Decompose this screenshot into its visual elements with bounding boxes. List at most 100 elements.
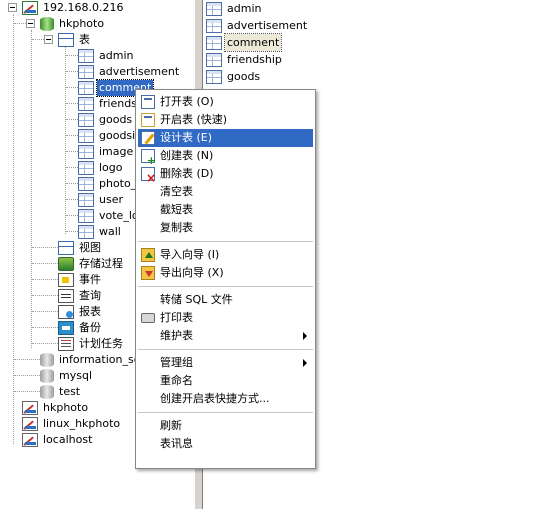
menu-label: 维护表 <box>160 329 193 342</box>
tree-connection-localhost[interactable]: localhost <box>22 432 94 448</box>
tree-events-group[interactable]: 事件 <box>58 272 103 288</box>
menu-print-table[interactable]: 打印表 <box>138 309 313 327</box>
schedule-icon <box>58 337 74 351</box>
menu-open-table[interactable]: 打开表 (O) <box>138 93 313 111</box>
list-item[interactable]: advertisement <box>206 17 309 34</box>
menu-refresh[interactable]: 刷新 <box>138 417 313 435</box>
menu-label: 打开表 (O) <box>160 95 214 108</box>
collapse-server-toggle[interactable] <box>8 3 17 12</box>
submenu-arrow-icon <box>303 359 307 367</box>
tree-table-goods[interactable]: goods <box>78 112 134 128</box>
tree-views-group[interactable]: 视图 <box>58 240 103 256</box>
tree-table-image[interactable]: image <box>78 144 135 160</box>
collapse-database-toggle[interactable] <box>26 19 35 28</box>
menu-truncate-table[interactable]: 截短表 <box>138 201 313 219</box>
collapse-tables-toggle[interactable] <box>44 35 53 44</box>
tree-connection-linux-hkphoto[interactable]: linux_hkphoto <box>22 416 122 432</box>
event-icon <box>58 273 74 287</box>
table-icon <box>78 161 94 175</box>
tree-procedures-group[interactable]: 存储过程 <box>58 256 125 272</box>
menu-open-table-quick[interactable]: 开启表 (快速) <box>138 111 313 129</box>
tree-line <box>14 23 26 24</box>
menu-label: 表讯息 <box>160 437 193 450</box>
tables-group-icon <box>58 33 74 47</box>
tree-schedule-group[interactable]: 计划任务 <box>58 336 125 352</box>
tree-queries-group[interactable]: 查询 <box>58 288 103 304</box>
tree-table-logo[interactable]: logo <box>78 160 125 176</box>
table-label: wall <box>99 225 121 238</box>
menu-import-wizard[interactable]: 导入向导 (I) <box>138 246 313 264</box>
menu-separator <box>138 286 313 287</box>
menu-create-shortcut[interactable]: 创建开启表快捷方式... <box>138 390 313 408</box>
list-item-label: friendship <box>227 53 282 66</box>
tree-line <box>32 311 58 312</box>
database-label: mysql <box>59 369 92 382</box>
tree-table-advertisement[interactable]: advertisement <box>78 64 181 80</box>
tree-server[interactable]: 192.168.0.216 <box>22 0 125 16</box>
list-item[interactable]: goods <box>206 68 262 85</box>
connection-icon <box>22 433 38 447</box>
tree-table-vote-lo[interactable]: vote_lo <box>78 208 141 224</box>
tree-tables-group[interactable]: 表 <box>58 32 92 48</box>
menu-label: 管理组 <box>160 356 193 369</box>
export-icon <box>141 266 155 280</box>
menu-new-table[interactable]: 创建表 (N) <box>138 147 313 166</box>
table-icon <box>78 129 94 143</box>
tree-database-hkphoto[interactable]: hkphoto <box>40 16 106 32</box>
tree-line <box>32 343 58 344</box>
table-label: user <box>99 193 123 206</box>
menu-separator <box>138 349 313 350</box>
tree-database-mysql[interactable]: mysql <box>40 368 94 384</box>
list-item-label: advertisement <box>227 19 308 32</box>
list-item[interactable]: comment <box>206 33 283 52</box>
tree-table-wall[interactable]: wall <box>78 224 123 240</box>
menu-dump-sql[interactable]: 转储 SQL 文件 <box>138 291 313 309</box>
tree-line <box>65 46 66 234</box>
menu-delete-table[interactable]: 删除表 (D) <box>138 165 313 184</box>
tree-line <box>31 30 32 348</box>
backup-icon <box>58 321 74 335</box>
menu-rename[interactable]: 重命名 <box>138 372 313 390</box>
list-item[interactable]: admin <box>206 0 263 17</box>
menu-export-wizard[interactable]: 导出向导 (X) <box>138 264 313 282</box>
menu-label: 删除表 (D) <box>160 167 214 180</box>
menu-table-info[interactable]: 表讯息 <box>138 435 313 453</box>
menu-label: 复制表 <box>160 221 193 234</box>
list-item[interactable]: friendship <box>206 51 284 68</box>
tree-line <box>32 279 58 280</box>
database-icon <box>40 385 54 399</box>
tree-table-admin[interactable]: admin <box>78 48 135 64</box>
tree-connection-hkphoto[interactable]: hkphoto <box>22 400 90 416</box>
menu-label: 创建开启表快捷方式... <box>160 392 270 405</box>
database-label: test <box>59 385 81 398</box>
submenu-arrow-icon <box>303 332 307 340</box>
menu-empty-table[interactable]: 清空表 <box>138 183 313 201</box>
table-icon <box>206 52 222 67</box>
table-label: photo_ <box>99 177 137 190</box>
table-icon <box>206 18 222 33</box>
tree-database-test[interactable]: test <box>40 384 82 400</box>
table-icon <box>78 209 94 223</box>
table-icon <box>206 1 222 16</box>
table-icon <box>206 35 222 50</box>
tree-database-information-schema[interactable]: information_sch <box>40 352 149 368</box>
table-icon <box>206 69 222 84</box>
group-label: 备份 <box>79 321 101 334</box>
connection-label: linux_hkphoto <box>43 417 121 430</box>
table-icon <box>78 97 94 111</box>
tree-table-user[interactable]: user <box>78 192 125 208</box>
menu-label: 清空表 <box>160 185 193 198</box>
import-icon <box>141 248 155 262</box>
table-icon <box>78 225 94 239</box>
menu-label: 刷新 <box>160 419 182 432</box>
menu-duplicate-table[interactable]: 复制表 <box>138 219 313 237</box>
menu-design-table[interactable]: 设计表 (E) <box>138 129 313 147</box>
menu-maintain-table[interactable]: 维护表 <box>138 327 313 345</box>
tree-line <box>66 215 78 216</box>
menu-manage-group[interactable]: 管理组 <box>138 354 313 372</box>
tree-reports-group[interactable]: 报表 <box>58 304 103 320</box>
table-label: admin <box>99 49 134 62</box>
tree-backup-group[interactable]: 备份 <box>58 320 103 336</box>
table-icon <box>78 193 94 207</box>
tree-table-photo[interactable]: photo_ <box>78 176 138 192</box>
